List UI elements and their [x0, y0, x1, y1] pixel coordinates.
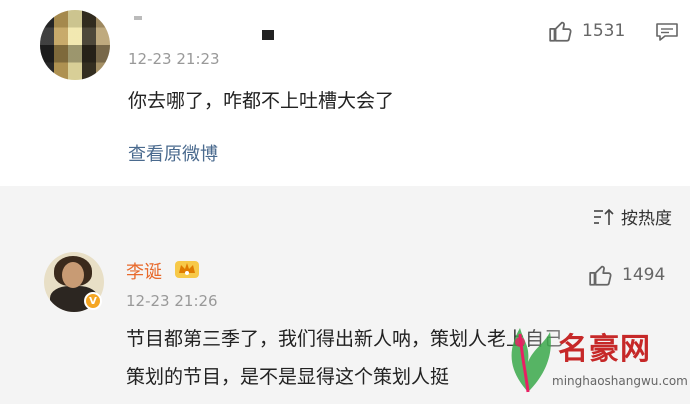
comment-text: 你去哪了，咋都不上吐槽大会了 — [128, 90, 395, 112]
sort-by-popularity-button[interactable]: 按热度 — [593, 204, 672, 229]
comment-icon[interactable] — [655, 22, 679, 42]
author-name[interactable]: 李诞 — [126, 258, 162, 284]
comment-timestamp: 12-23 21:26 — [126, 292, 218, 310]
avatar-pixelated[interactable] — [40, 10, 110, 80]
like-button[interactable]: 1531 — [548, 18, 625, 44]
redacted-username-mark — [262, 30, 274, 40]
comment-timestamp: 12-23 21:23 — [128, 50, 220, 68]
comment-text-line-2: 策划的节目，是不是显得这个策划人挺 — [126, 366, 450, 388]
comment-text-line-1: 节目都第三季了，我们得出新人呐，策划人老上自己 — [126, 328, 564, 350]
redacted-username-mark — [134, 16, 142, 20]
separator — [0, 186, 690, 202]
thumbs-up-icon — [549, 21, 572, 42]
thumbs-up-icon — [589, 265, 612, 286]
like-count: 1531 — [582, 21, 626, 41]
watermark-title: 名豪网 — [558, 332, 651, 367]
view-original-link[interactable]: 查看原微博 — [128, 140, 218, 166]
watermark-logo: 名豪网 minghaoshangwu.com — [500, 318, 688, 398]
sort-label: 按热度 — [621, 209, 672, 229]
sort-bar — [0, 202, 690, 242]
like-count: 1494 — [622, 265, 666, 285]
sort-icon — [594, 208, 614, 225]
member-crown-icon — [175, 261, 199, 278]
watermark-url: minghaoshangwu.com — [552, 374, 688, 388]
like-button[interactable]: 1494 — [588, 262, 665, 288]
leaf-logo-icon — [511, 328, 551, 393]
verified-badge: V — [84, 292, 102, 310]
